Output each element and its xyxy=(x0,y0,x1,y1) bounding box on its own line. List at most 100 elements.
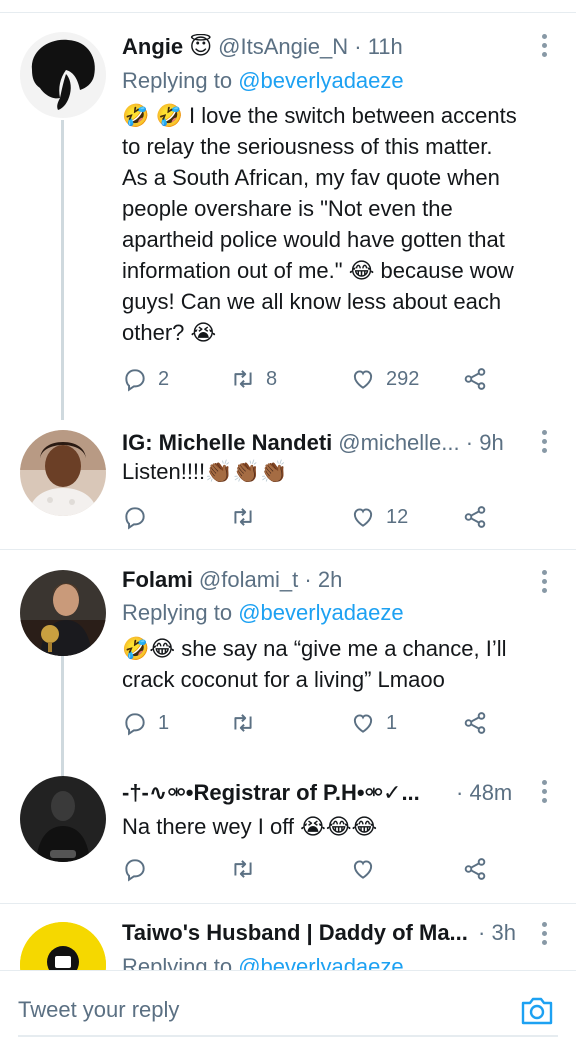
replying-to-link[interactable]: @beverlyadaeze xyxy=(238,954,403,970)
tweet-actions: 1 1 xyxy=(122,710,502,740)
tweet-text-line: crack coconut for a living” Lmaoo xyxy=(122,667,445,692)
more-vertical-icon[interactable] xyxy=(542,34,548,61)
more-vertical-icon[interactable] xyxy=(542,922,548,949)
replying-to: Replying to @beverlyadaeze xyxy=(122,600,404,626)
heart-icon xyxy=(353,508,373,527)
reply-icon xyxy=(125,369,145,392)
tweet-item[interactable]: -†-∿⚮•Registrar of P.H•⚮✓... · 48m Na th… xyxy=(0,760,576,902)
avatar[interactable] xyxy=(20,776,106,862)
tweet-actions xyxy=(122,856,502,886)
reply-button[interactable]: 2 xyxy=(122,366,169,392)
retweet-icon xyxy=(234,860,252,878)
reply-icon xyxy=(125,859,145,882)
tweet-text: Na there wey I off 😭😂😂 xyxy=(122,811,542,842)
retweet-button[interactable]: 8 xyxy=(230,366,277,392)
tweet-item[interactable]: Angie 😇 @ItsAngie_N · 11h Replying to @b… xyxy=(0,0,576,420)
tweet-item[interactable]: Taiwo's Husband | Daddy of Ma... · 3h Re… xyxy=(0,904,576,970)
tweet-text: Listen!!!!👏🏾👏🏾👏🏾 xyxy=(122,456,542,487)
timestamp[interactable]: 3h xyxy=(491,920,515,945)
heart-icon xyxy=(353,370,373,389)
retweet-button[interactable] xyxy=(230,856,266,882)
separator-dot: · xyxy=(348,34,368,59)
tweet-item[interactable]: IG: Michelle Nandeti @michelle... · 9h L… xyxy=(0,420,576,548)
retweet-button[interactable] xyxy=(230,710,266,736)
avatar[interactable] xyxy=(20,922,106,970)
share-icon xyxy=(464,368,486,390)
like-button[interactable]: 12 xyxy=(350,504,408,530)
share-button[interactable] xyxy=(462,366,488,392)
timestamp[interactable]: 2h xyxy=(318,567,342,593)
reply-composer: Tweet your reply xyxy=(0,970,576,1044)
reply-button[interactable]: 1 xyxy=(122,710,169,736)
tweet-actions: 12 xyxy=(122,504,502,534)
replying-label: Replying to xyxy=(122,68,233,93)
reply-icon xyxy=(125,507,145,530)
like-count: 12 xyxy=(386,505,409,528)
tweet-item[interactable]: Folami @folami_t · 2h Replying to @bever… xyxy=(0,550,576,760)
tweet-text: 🤣 🤣 I love the switch between accents to… xyxy=(122,100,542,348)
retweet-icon xyxy=(234,370,252,388)
reply-count: 1 xyxy=(158,711,170,734)
tweet-text-line: information out of me." 😂 because wow xyxy=(122,258,514,283)
retweet-icon xyxy=(234,714,252,732)
like-button[interactable] xyxy=(350,856,386,882)
share-button[interactable] xyxy=(462,856,488,882)
camera-icon[interactable] xyxy=(520,995,554,1027)
more-vertical-icon[interactable] xyxy=(542,430,548,457)
input-underline xyxy=(18,1035,558,1037)
tweet-text-line: Listen!!!!👏🏾👏🏾👏🏾 xyxy=(122,459,288,484)
tweet-text-line: As a South African, my fav quote when xyxy=(122,165,500,190)
share-button[interactable] xyxy=(462,710,488,736)
tweet-text-line: people overshare is "Not even the xyxy=(122,196,453,221)
reply-button[interactable] xyxy=(122,504,158,530)
timestamp[interactable]: 48m xyxy=(469,780,512,805)
more-vertical-icon[interactable] xyxy=(542,780,548,807)
like-count: 1 xyxy=(386,711,398,734)
replying-to: Replying to @beverlyadaeze xyxy=(122,954,404,970)
tweet-text-line: 🤣😂 she say na “give me a chance, I’ll xyxy=(122,636,507,661)
timestamp[interactable]: 11h xyxy=(368,34,403,60)
share-icon xyxy=(464,858,486,880)
retweet-count: 8 xyxy=(266,367,278,390)
replying-to-link[interactable]: @beverlyadaeze xyxy=(238,68,403,93)
replying-to: Replying to @beverlyadaeze xyxy=(122,68,404,94)
tweet-text: 🤣😂 she say na “give me a chance, I’ll cr… xyxy=(122,633,542,695)
avatar[interactable] xyxy=(20,32,106,118)
tweet-text-line: apartheid police would have gotten that xyxy=(122,227,505,252)
share-icon xyxy=(464,712,486,734)
author-name[interactable]: IG: Michelle Nandeti xyxy=(122,430,332,456)
reply-icon xyxy=(125,713,145,736)
tweet-header: Taiwo's Husband | Daddy of Ma... xyxy=(122,920,486,950)
tweet-text-line: other? 😭 xyxy=(122,320,217,345)
reply-button[interactable] xyxy=(122,856,158,882)
more-vertical-icon[interactable] xyxy=(542,570,548,597)
avatar[interactable] xyxy=(20,430,106,516)
author-handle[interactable]: @folami_t xyxy=(199,567,298,593)
tweet-text-line: 🤣 🤣 I love the switch between accents xyxy=(122,103,517,128)
tweet-text-line: to relay the seriousness of this matter. xyxy=(122,134,493,159)
author-name[interactable]: -†-∿⚮•Registrar of P.H•⚮✓... xyxy=(122,780,420,806)
heart-icon xyxy=(353,714,373,733)
tweet-time-wrap: · 48m xyxy=(456,780,512,806)
reply-input[interactable]: Tweet your reply xyxy=(18,997,179,1023)
heart-icon xyxy=(353,860,373,879)
like-count: 292 xyxy=(386,367,420,390)
like-button[interactable]: 292 xyxy=(350,366,419,392)
author-name[interactable]: Angie 😇 xyxy=(122,34,212,60)
tweet-header: Angie 😇 @ItsAngie_N · 11h xyxy=(122,34,526,64)
author-name[interactable]: Folami xyxy=(122,567,193,593)
author-handle[interactable]: @michelle... xyxy=(338,430,459,456)
separator-dot: · xyxy=(459,430,480,455)
timestamp[interactable]: 9h xyxy=(479,430,503,456)
author-name[interactable]: Taiwo's Husband | Daddy of Ma... xyxy=(122,920,468,946)
retweet-icon xyxy=(234,508,252,526)
tweet-time-wrap: · 3h xyxy=(478,920,516,946)
share-icon xyxy=(464,506,486,528)
like-button[interactable]: 1 xyxy=(350,710,397,736)
author-handle[interactable]: @ItsAngie_N xyxy=(218,34,348,60)
share-button[interactable] xyxy=(462,504,488,530)
replying-to-link[interactable]: @beverlyadaeze xyxy=(238,600,403,625)
avatar[interactable] xyxy=(20,570,106,656)
retweet-button[interactable] xyxy=(230,504,266,530)
separator-dot: · xyxy=(456,780,470,805)
